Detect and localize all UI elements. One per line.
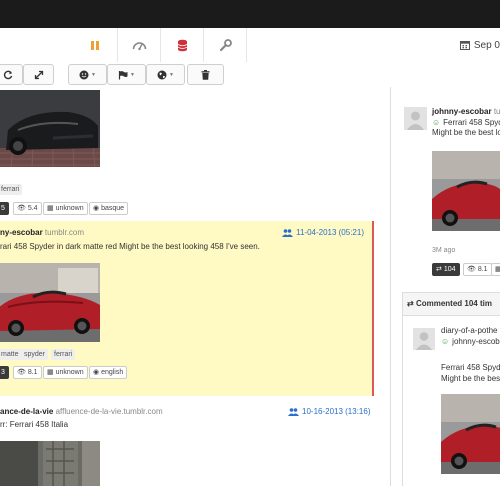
reblog-count: 3 (0, 366, 9, 379)
emotion-filter-button[interactable]: ▼ (68, 64, 107, 85)
smiley-icon (79, 70, 89, 79)
dashboard-icon (132, 42, 147, 51)
detail-line2: Might be the best lo (432, 128, 500, 137)
post-date: 11-04-2013 (05:21) (282, 228, 364, 237)
post-item-highlighted[interactable]: ny-escobar tumblr.com 11-04-2013 (05:21)… (0, 221, 374, 396)
default-avatar-icon (404, 107, 427, 130)
post-tag[interactable]: ferrari (0, 184, 23, 195)
comments-box: ⇄ Commented 104 tim diary-of-a-pothe ☺ j… (402, 292, 500, 486)
post-image[interactable] (0, 90, 100, 167)
post-date: 10-16-2013 (13:16) (288, 407, 371, 416)
chevron-down-icon: ▼ (91, 71, 96, 78)
post-text: rr: Ferrari 458 Italia (0, 420, 69, 429)
detail-age: 3M ago (432, 247, 456, 254)
car-image (432, 151, 500, 231)
detail-author[interactable]: johnny-escobar (432, 107, 492, 116)
globe-icon: ◉ (93, 369, 100, 376)
tab-pause[interactable] (73, 28, 117, 62)
smiley-icon: ☺ (441, 337, 450, 346)
comment-avatar[interactable] (413, 328, 435, 350)
refresh-icon (3, 70, 12, 79)
detail-reblog-count: ⇄ 104 (432, 263, 460, 276)
globe-icon: ◉ (93, 205, 100, 212)
post-tag[interactable]: ferrari (51, 349, 76, 360)
detail-view-stat: 👁 8.1 (463, 263, 492, 276)
post-author[interactable]: ny-escobar (0, 228, 43, 237)
expand-button[interactable] (23, 64, 54, 85)
reblog-count: 5 (0, 202, 9, 215)
date-text: Sep 0 (473, 39, 500, 51)
users-icon (282, 228, 294, 237)
comment-line2: Might be the bes (441, 374, 500, 383)
post-image[interactable] (0, 263, 100, 342)
language-filter-button[interactable]: ▼ (146, 64, 185, 85)
tab-dashboard[interactable] (117, 28, 161, 62)
avatar[interactable] (404, 107, 427, 130)
chevron-down-icon: ▼ (130, 71, 135, 78)
eye-icon: 👁 (17, 205, 26, 212)
street-image (0, 441, 100, 486)
refresh-button[interactable] (0, 64, 23, 85)
database-icon (177, 39, 188, 51)
expand-icon (34, 70, 43, 79)
eye-icon: 👁 (17, 369, 26, 376)
view-stat: 👁 8.1 (13, 366, 42, 379)
calendar-icon (459, 41, 470, 50)
car-image (0, 90, 100, 167)
grid-icon: ▦ (47, 205, 54, 212)
toolbar: ▼ ▼ ▼ (0, 62, 500, 87)
smiley-icon: ☺ (432, 118, 441, 127)
car-image (0, 263, 100, 342)
post-site[interactable]: tumblr.com (45, 228, 84, 237)
chevron-down-icon: ▼ (169, 71, 174, 78)
detail-author-suffix: tum (493, 107, 500, 116)
delete-button[interactable] (187, 64, 224, 85)
post-image[interactable] (0, 441, 100, 486)
comment-image[interactable] (441, 394, 500, 474)
nav-bar: Sep 0 (0, 28, 500, 63)
top-bar (0, 0, 500, 28)
comment-author[interactable]: diary-of-a-pothe (441, 326, 497, 335)
detail-image[interactable] (432, 151, 500, 231)
post-site[interactable]: affluence-de-la-vie.tumblr.com (56, 407, 163, 416)
detail-source-stat: ▦ (491, 263, 500, 276)
trash-icon (201, 69, 210, 80)
grid-icon: ▦ (47, 369, 54, 376)
language-stat: ◉ basque (89, 202, 129, 215)
retweet-icon: ⇄ (436, 266, 442, 273)
car-image (441, 394, 500, 474)
post-tag[interactable]: matte (0, 349, 22, 360)
post-author[interactable]: ance-de-la-vie (0, 407, 53, 416)
retweet-icon: ⇄ (407, 299, 414, 308)
source-stat: ▦ unknown (43, 366, 88, 379)
view-stat: 👁 5.4 (13, 202, 42, 215)
language-stat: ◉ english (89, 366, 128, 379)
post-tag[interactable]: spyder (21, 349, 49, 360)
comment-line1: Ferrari 458 Spyde (441, 363, 500, 372)
tab-settings[interactable] (203, 28, 247, 62)
tab-database[interactable] (160, 28, 204, 62)
wrench-icon (219, 38, 232, 51)
post-text: rari 458 Spyder in dark matte red Might … (0, 242, 260, 251)
flag-filter-button[interactable]: ▼ (107, 64, 146, 85)
default-avatar-icon (413, 328, 435, 350)
source-stat: ▦ unknown (43, 202, 88, 215)
eye-icon: 👁 (467, 266, 476, 273)
detail-line1: ☺ Ferrari 458 Spyd (432, 118, 500, 127)
post-list: ferrari 5 👁 5.4 ▦ unknown ◉ basque ny-es… (0, 87, 389, 486)
users-icon (288, 407, 299, 416)
date-display[interactable]: Sep 0 (459, 28, 500, 62)
globe-icon (157, 70, 167, 79)
grid-icon: ▦ (495, 266, 500, 273)
detail-panel: johnny-escobar tum ☺ Ferrari 458 Spyd Mi… (390, 87, 500, 486)
pause-icon (91, 40, 99, 50)
comments-header: ⇄ Commented 104 tim (403, 293, 500, 316)
comment-via: ☺ johnny-escob (441, 337, 500, 346)
flag-icon (118, 70, 128, 79)
